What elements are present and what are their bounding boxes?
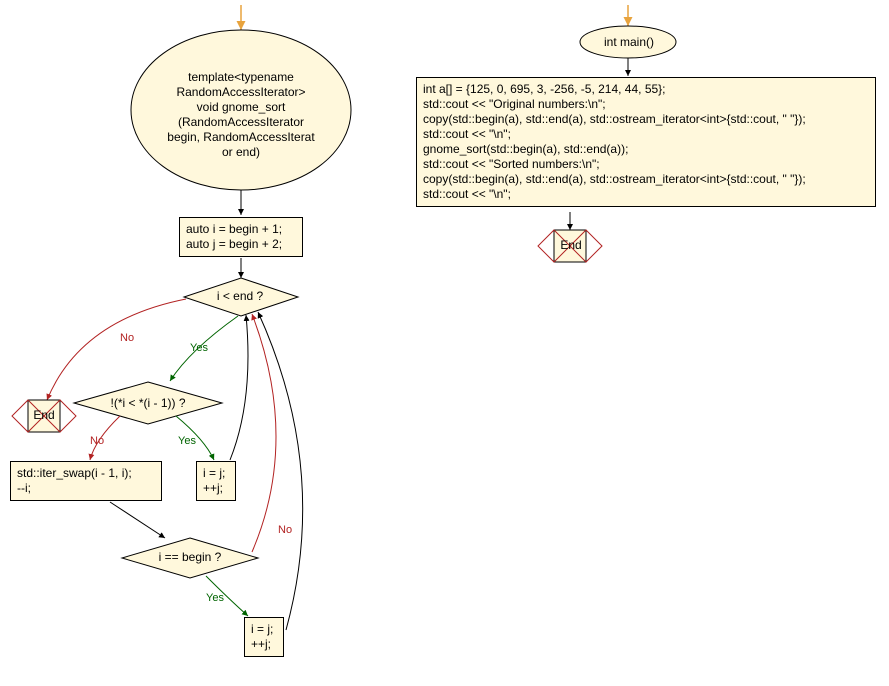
process-advance1: i = j; ++j;	[196, 461, 236, 501]
cond-outer-text: i < end ?	[217, 289, 263, 303]
body2-l7: copy(std::begin(a), std::end(a), std::os…	[423, 172, 869, 187]
cond-begin-text: i == begin ?	[159, 550, 222, 564]
body2-l6: std::cout << "Sorted numbers:\n";	[423, 157, 869, 172]
swap-line-2: --i;	[17, 481, 155, 496]
advance2-line-2: ++j;	[251, 637, 277, 652]
process-swap: std::iter_swap(i - 1, i); --i;	[10, 461, 162, 501]
body2-l2: std::cout << "Original numbers:\n";	[423, 97, 869, 112]
body2-l1: int a[] = {125, 0, 695, 3, -256, -5, 214…	[423, 82, 869, 97]
start-label-gnome-sort: template<typename RandomAccessIterator> …	[150, 70, 332, 160]
end-label-right: End	[557, 238, 585, 252]
edge-cond-begin-no	[252, 314, 276, 552]
edge-swap-to-cond-begin	[110, 502, 165, 538]
advance1-line-2: ++j;	[203, 481, 229, 496]
edge-label-cond-inner-no: No	[90, 435, 104, 447]
advance1-line-1: i = j;	[203, 466, 229, 481]
flowchart-canvas: template<typename RandomAccessIterator> …	[0, 0, 889, 686]
process-main-body: int a[] = {125, 0, 695, 3, -256, -5, 214…	[416, 77, 876, 207]
end-text-left: End	[33, 408, 54, 422]
body2-l4: std::cout << "\n";	[423, 127, 869, 142]
edge-label-cond-inner-yes: Yes	[178, 435, 196, 447]
edge-advance2-loop	[258, 312, 303, 630]
body2-l8: std::cout << "\n";	[423, 187, 869, 202]
process-init: auto i = begin + 1; auto j = begin + 2;	[179, 217, 303, 257]
edge-cond-outer-no	[47, 299, 186, 400]
edge-label-cond-outer-yes: Yes	[190, 342, 208, 354]
process-advance2: i = j; ++j;	[244, 617, 284, 657]
init-line-1: auto i = begin + 1;	[186, 222, 296, 237]
cond-inner-label: !(*i < *(i - 1)) ?	[100, 396, 196, 410]
advance2-line-1: i = j;	[251, 622, 277, 637]
cond-inner-text: !(*i < *(i - 1)) ?	[110, 396, 185, 410]
start-text-gnome-sort: template<typename RandomAccessIterator> …	[167, 70, 314, 159]
edge-label-cond-begin-no: No	[278, 524, 292, 536]
edge-advance1-loop	[230, 315, 248, 460]
swap-line-1: std::iter_swap(i - 1, i);	[17, 466, 155, 481]
start-text-main: int main()	[604, 35, 654, 49]
body2-l5: gnome_sort(std::begin(a), std::end(a));	[423, 142, 869, 157]
edge-label-cond-outer-no: No	[120, 332, 134, 344]
cond-begin-label: i == begin ?	[150, 550, 230, 564]
cond-outer-label: i < end ?	[210, 289, 270, 303]
end-text-right: End	[560, 238, 581, 252]
start-label-main: int main()	[596, 35, 662, 49]
end-label-left: End	[30, 408, 58, 422]
init-line-2: auto j = begin + 2;	[186, 237, 296, 252]
body2-l3: copy(std::begin(a), std::end(a), std::os…	[423, 112, 869, 127]
edge-label-cond-begin-yes: Yes	[206, 592, 224, 604]
